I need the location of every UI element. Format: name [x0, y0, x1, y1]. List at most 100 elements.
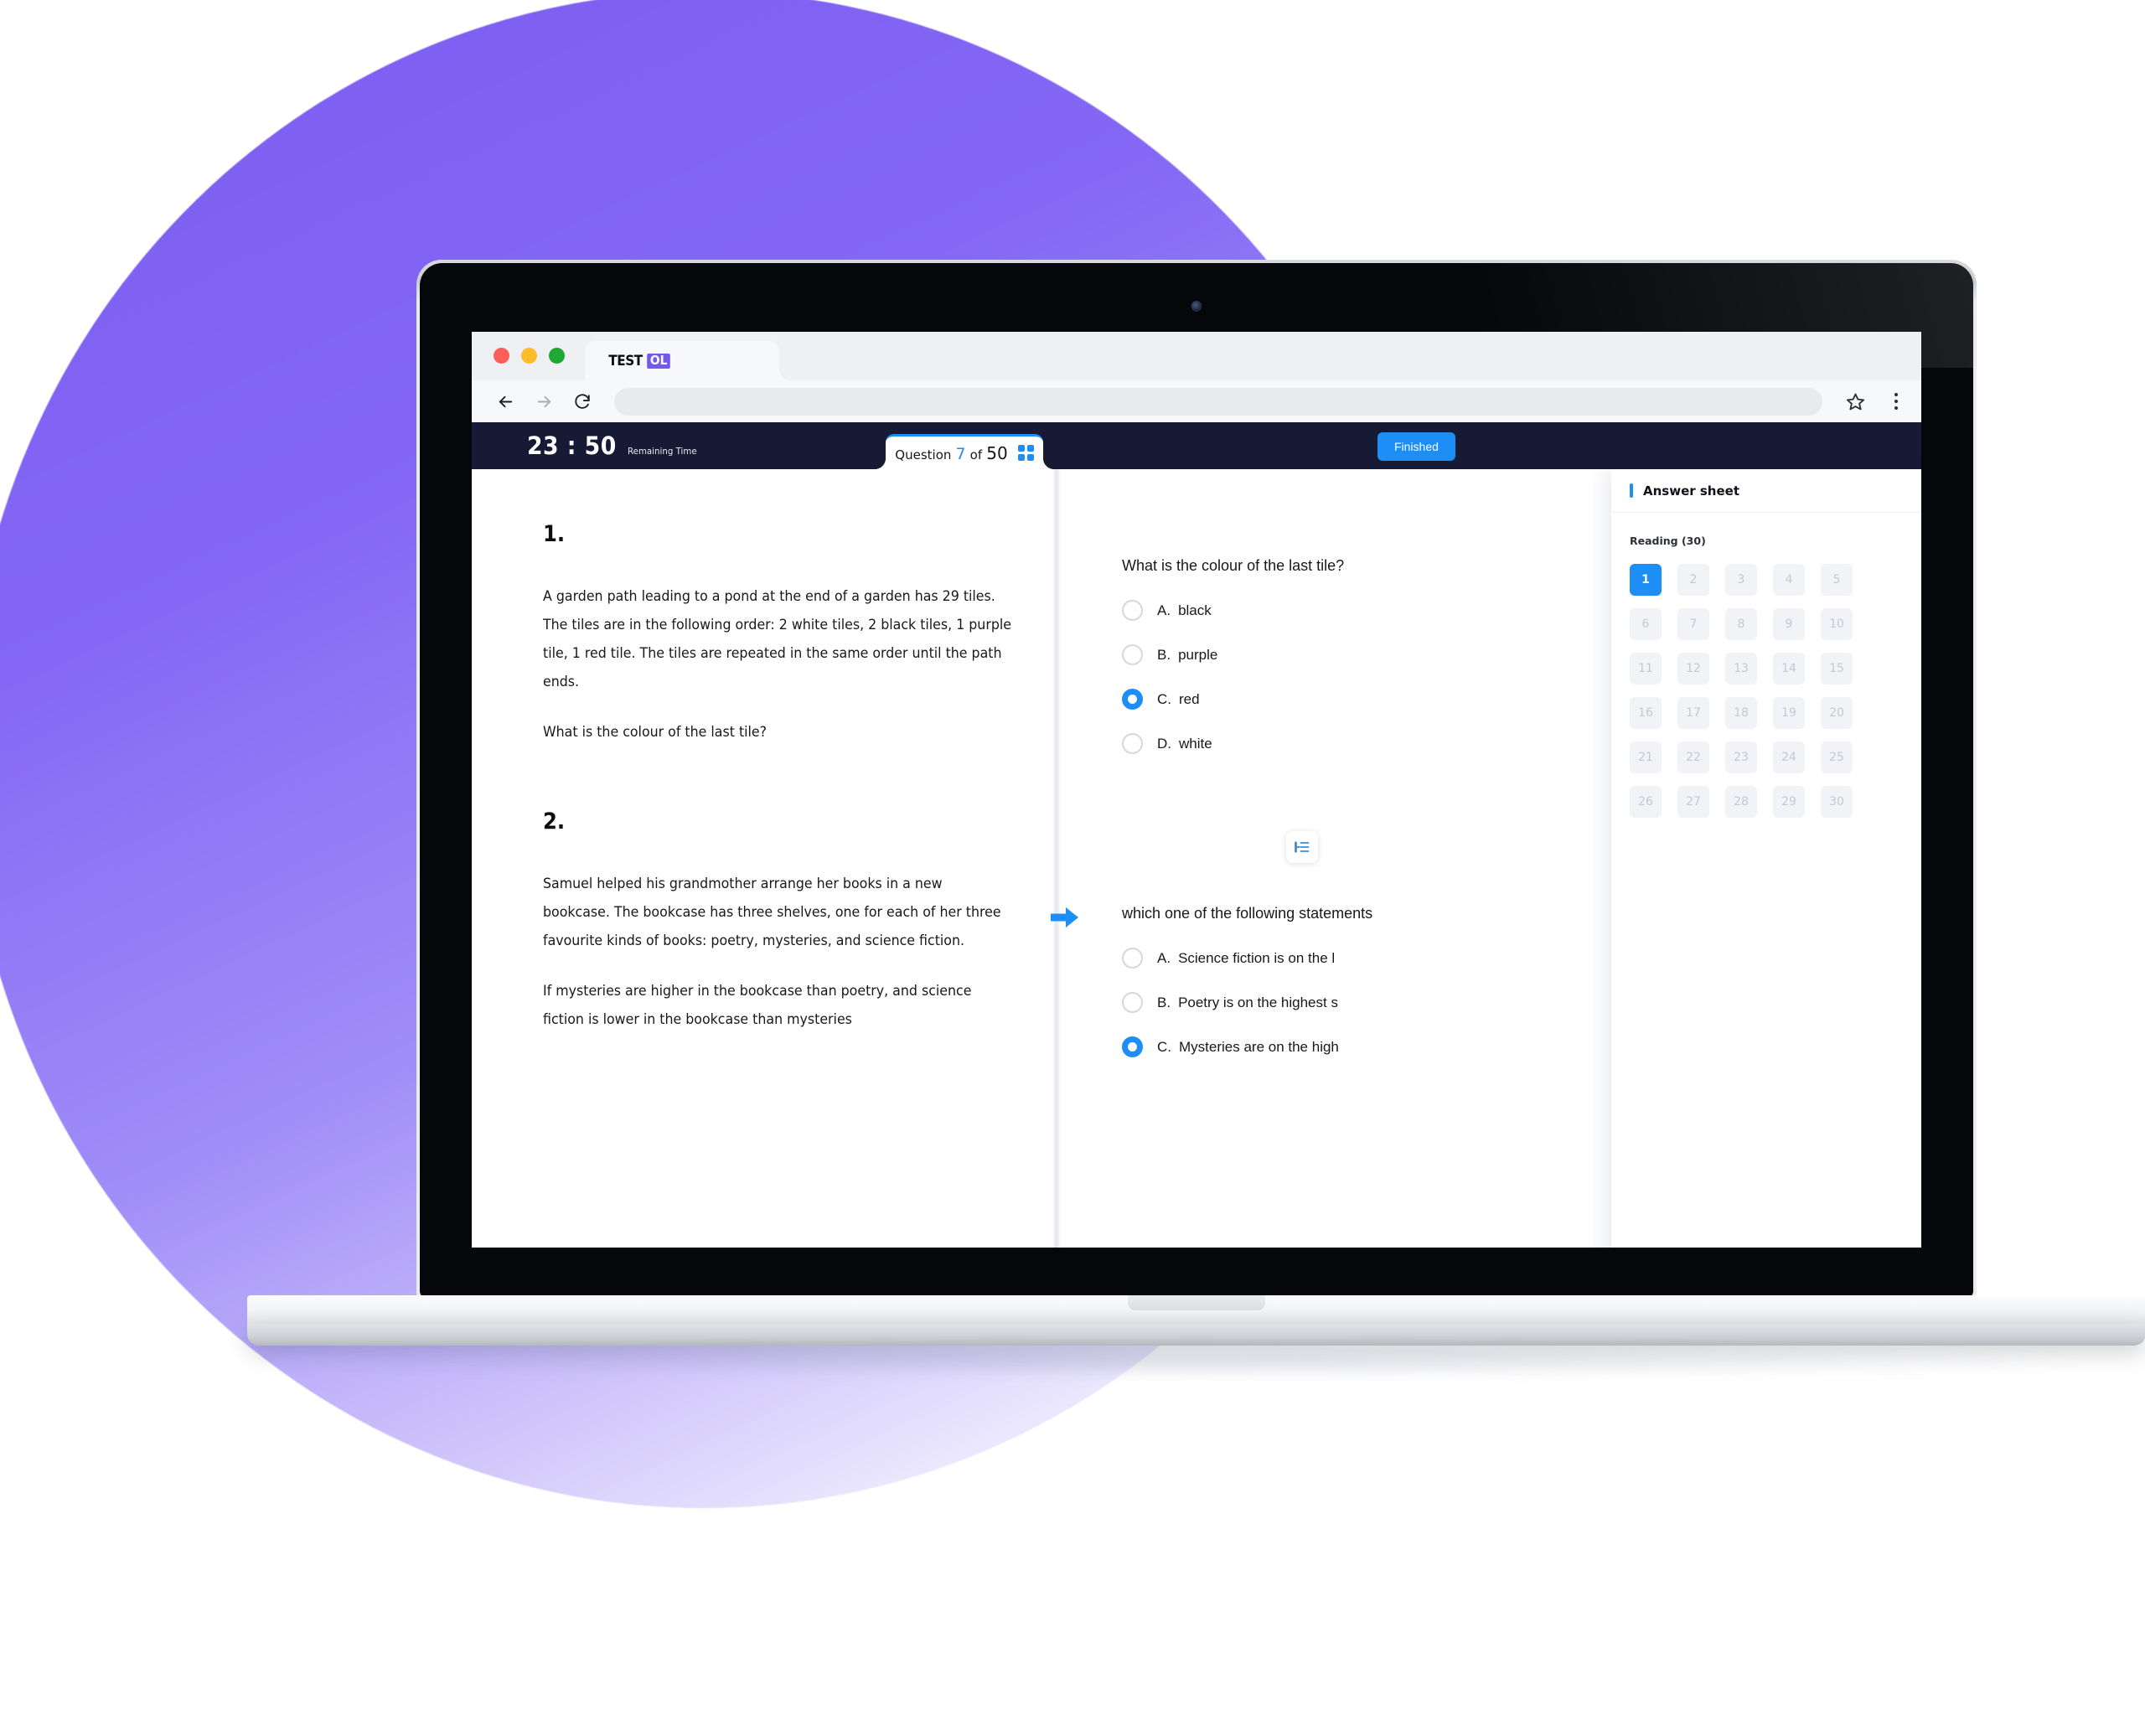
laptop-lid: TEST OL 23: 50 Remaining Time Question … — [416, 260, 1977, 1301]
answer-sheet-cell-3[interactable]: 3 — [1725, 564, 1757, 596]
option-label: A. Science fiction is on the l — [1157, 950, 1335, 967]
next-arrow-icon[interactable] — [1051, 905, 1079, 930]
question-text: Samuel helped his grandmother arrange he… — [543, 870, 1012, 1034]
maximize-window-button[interactable] — [549, 348, 565, 364]
option-label: B. purple — [1157, 647, 1217, 664]
base-bottom — [247, 1324, 2145, 1346]
answer-sheet-cell-23[interactable]: 23 — [1725, 741, 1757, 773]
answer-sheet-cell-1[interactable]: 1 — [1630, 564, 1662, 596]
question-counter-text: Question 7 of 50 — [895, 443, 1007, 463]
answer-sheet-cell-11[interactable]: 11 — [1630, 653, 1662, 685]
back-arrow-icon[interactable] — [494, 390, 517, 413]
answer-sheet-cell-8[interactable]: 8 — [1725, 608, 1757, 640]
answer-sheet-cell-22[interactable]: 22 — [1677, 741, 1709, 773]
url-input[interactable] — [629, 395, 1807, 408]
answer-sheet-cell-9[interactable]: 9 — [1773, 608, 1805, 640]
answer-sheet-cell-19[interactable]: 19 — [1773, 697, 1805, 729]
question-counter-tab[interactable]: Question 7 of 50 — [886, 434, 1043, 469]
option-label: D. white — [1157, 736, 1212, 752]
radio-button-selected[interactable] — [1122, 689, 1143, 710]
address-bar[interactable] — [614, 387, 1822, 416]
exam-content: 1. A garden path leading to a pond at th… — [472, 469, 1921, 1248]
option-text: white — [1179, 735, 1212, 752]
answer-sheet-cell-4[interactable]: 4 — [1773, 564, 1805, 596]
answer-sheet-cell-26[interactable]: 26 — [1630, 786, 1662, 818]
laptop-mockup: TEST OL 23: 50 Remaining Time Question … — [247, 260, 2145, 1379]
answer-sheet-cell-10[interactable]: 10 — [1821, 608, 1853, 640]
answer-sheet-cell-13[interactable]: 13 — [1725, 653, 1757, 685]
answer-sheet-cell-20[interactable]: 20 — [1821, 697, 1853, 729]
option-text: purple — [1178, 646, 1218, 663]
close-window-button[interactable] — [494, 348, 509, 364]
answer-sheet-cell-15[interactable]: 15 — [1821, 653, 1853, 685]
logo-badge: OL — [647, 353, 671, 369]
answer-sheet-cell-21[interactable]: 21 — [1630, 741, 1662, 773]
question-prefix: Question — [895, 447, 952, 462]
option-letter: A. — [1157, 602, 1171, 618]
answer-sheet-cell-12[interactable]: 12 — [1677, 653, 1709, 685]
answer-sheet-grid: 1 2 3 4 5 6 7 8 9 10 11 12 13 14 15 16 17 18 19 20 21 22 23 24 2… — [1611, 547, 1921, 818]
radio-button-selected[interactable] — [1122, 1036, 1143, 1057]
question-of: of — [969, 447, 983, 462]
forward-arrow-icon[interactable] — [532, 390, 556, 413]
finished-button[interactable]: Finished — [1377, 432, 1455, 461]
minimize-window-button[interactable] — [521, 348, 537, 364]
answer-sheet-cell-16[interactable]: 16 — [1630, 697, 1662, 729]
star-icon[interactable] — [1844, 390, 1868, 413]
option-label: A. black — [1157, 602, 1212, 619]
kebab-menu-icon[interactable] — [1883, 392, 1904, 411]
answer-sheet-cell-27[interactable]: 27 — [1677, 786, 1709, 818]
timer-label: Remaining Time — [628, 445, 698, 457]
reload-icon[interactable] — [571, 390, 594, 413]
answer-sheet-cell-25[interactable]: 25 — [1821, 741, 1853, 773]
browser-viewport: TEST OL 23: 50 Remaining Time Question … — [472, 332, 1921, 1248]
answer-sheet-cell-18[interactable]: 18 — [1725, 697, 1757, 729]
option-text: black — [1178, 602, 1212, 618]
paragraph: A garden path leading to a pond at the e… — [543, 588, 1011, 690]
radio-button[interactable] — [1122, 733, 1143, 754]
paragraph: If mysteries are higher in the bookcase … — [543, 983, 972, 1028]
radio-button[interactable] — [1122, 644, 1143, 665]
radio-button[interactable] — [1122, 992, 1143, 1013]
base-notch — [1128, 1295, 1265, 1310]
browser-tab[interactable]: TEST OL — [585, 341, 791, 380]
answer-sheet-panel: Answer sheet Reading (30) 1 2 3 4 5 6 7 8 9 10 11 1… — [1611, 469, 1921, 1248]
answer-sheet-cell-30[interactable]: 30 — [1821, 786, 1853, 818]
question-text: A garden path leading to a pond at the e… — [543, 582, 1012, 747]
timer-value: 23 : 50 — [527, 431, 617, 460]
answer-sheet-cell-28[interactable]: 28 — [1725, 786, 1757, 818]
paragraph: What is the colour of the last tile? — [543, 724, 768, 741]
question-number: 2. — [543, 809, 566, 834]
answer-sheet-cell-5[interactable]: 5 — [1821, 564, 1853, 596]
list-view-icon[interactable] — [1286, 831, 1318, 863]
grid-view-icon[interactable] — [1017, 445, 1034, 461]
question-block: 1. A garden path leading to a pond at th… — [543, 521, 1012, 747]
answer-sheet-cell-6[interactable]: 6 — [1630, 608, 1662, 640]
option-label: C. Mysteries are on the high — [1157, 1039, 1339, 1056]
answer-sheet-cell-14[interactable]: 14 — [1773, 653, 1805, 685]
answer-sheet-cell-24[interactable]: 24 — [1773, 741, 1805, 773]
answer-sheet-section-label: Reading (30) — [1630, 535, 1706, 547]
accent-bar — [1630, 483, 1633, 498]
option-letter: B. — [1157, 646, 1171, 663]
base-top — [247, 1295, 2145, 1324]
remaining-time: 23 : 50 Remaining Time — [472, 431, 702, 460]
question-block: 2. Samuel helped his grandmother arrange… — [543, 809, 1012, 1034]
browser-toolbar — [472, 380, 1921, 422]
base-shadow — [303, 1344, 2089, 1379]
laptop-bezel: TEST OL 23: 50 Remaining Time Question … — [420, 263, 1973, 1298]
answer-sheet-cell-29[interactable]: 29 — [1773, 786, 1805, 818]
radio-button[interactable] — [1122, 948, 1143, 969]
option-text: Mysteries are on the high — [1179, 1038, 1339, 1055]
answer-sheet-header: Answer sheet — [1611, 469, 1921, 513]
radio-button[interactable] — [1122, 600, 1143, 621]
option-text: red — [1179, 690, 1200, 707]
answer-sheet-cell-7[interactable]: 7 — [1677, 608, 1709, 640]
option-text: Poetry is on the highest s — [1178, 994, 1338, 1010]
option-label: C. red — [1157, 691, 1200, 708]
answer-sheet-cell-17[interactable]: 17 — [1677, 697, 1709, 729]
testol-logo: TEST OL — [607, 353, 671, 369]
option-letter: C. — [1157, 1038, 1171, 1055]
answer-sheet-title: Answer sheet — [1643, 483, 1739, 499]
answer-sheet-cell-2[interactable]: 2 — [1677, 564, 1709, 596]
